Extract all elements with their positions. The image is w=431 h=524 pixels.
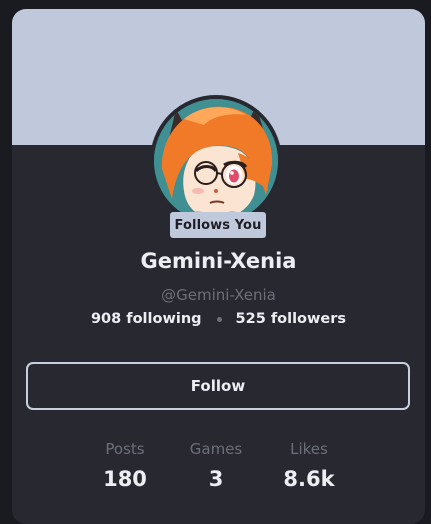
follows-you-badge: Follows You bbox=[170, 212, 266, 238]
display-name: Gemini-Xenia bbox=[140, 249, 297, 273]
username-handle: @Gemini-Xenia bbox=[161, 286, 276, 304]
stat-value: 8.6k bbox=[283, 467, 335, 491]
stat-label: Posts bbox=[105, 440, 145, 458]
follow-stats: 908 following 525 followers bbox=[12, 311, 425, 327]
stat-posts[interactable]: Posts 180 bbox=[75, 440, 175, 491]
stat-value: 3 bbox=[208, 467, 224, 491]
stat-likes[interactable]: Likes 8.6k bbox=[259, 440, 359, 491]
avatar[interactable] bbox=[150, 95, 282, 227]
stat-games[interactable]: Games 3 bbox=[166, 440, 266, 491]
separator-dot bbox=[216, 316, 222, 322]
followers-link[interactable]: 525 followers bbox=[236, 311, 347, 327]
profile-card: Follows You Gemini-Xenia @Gemini-Xenia 9… bbox=[12, 9, 425, 524]
stat-value: 180 bbox=[103, 467, 147, 491]
profile-stats: Posts 180 Games 3 Likes 8.6k bbox=[12, 440, 425, 500]
following-link[interactable]: 908 following bbox=[91, 311, 202, 327]
follow-button[interactable]: Follow bbox=[26, 362, 410, 410]
stat-label: Likes bbox=[290, 440, 328, 458]
stat-label: Games bbox=[189, 440, 243, 458]
avatar-image bbox=[154, 99, 278, 223]
